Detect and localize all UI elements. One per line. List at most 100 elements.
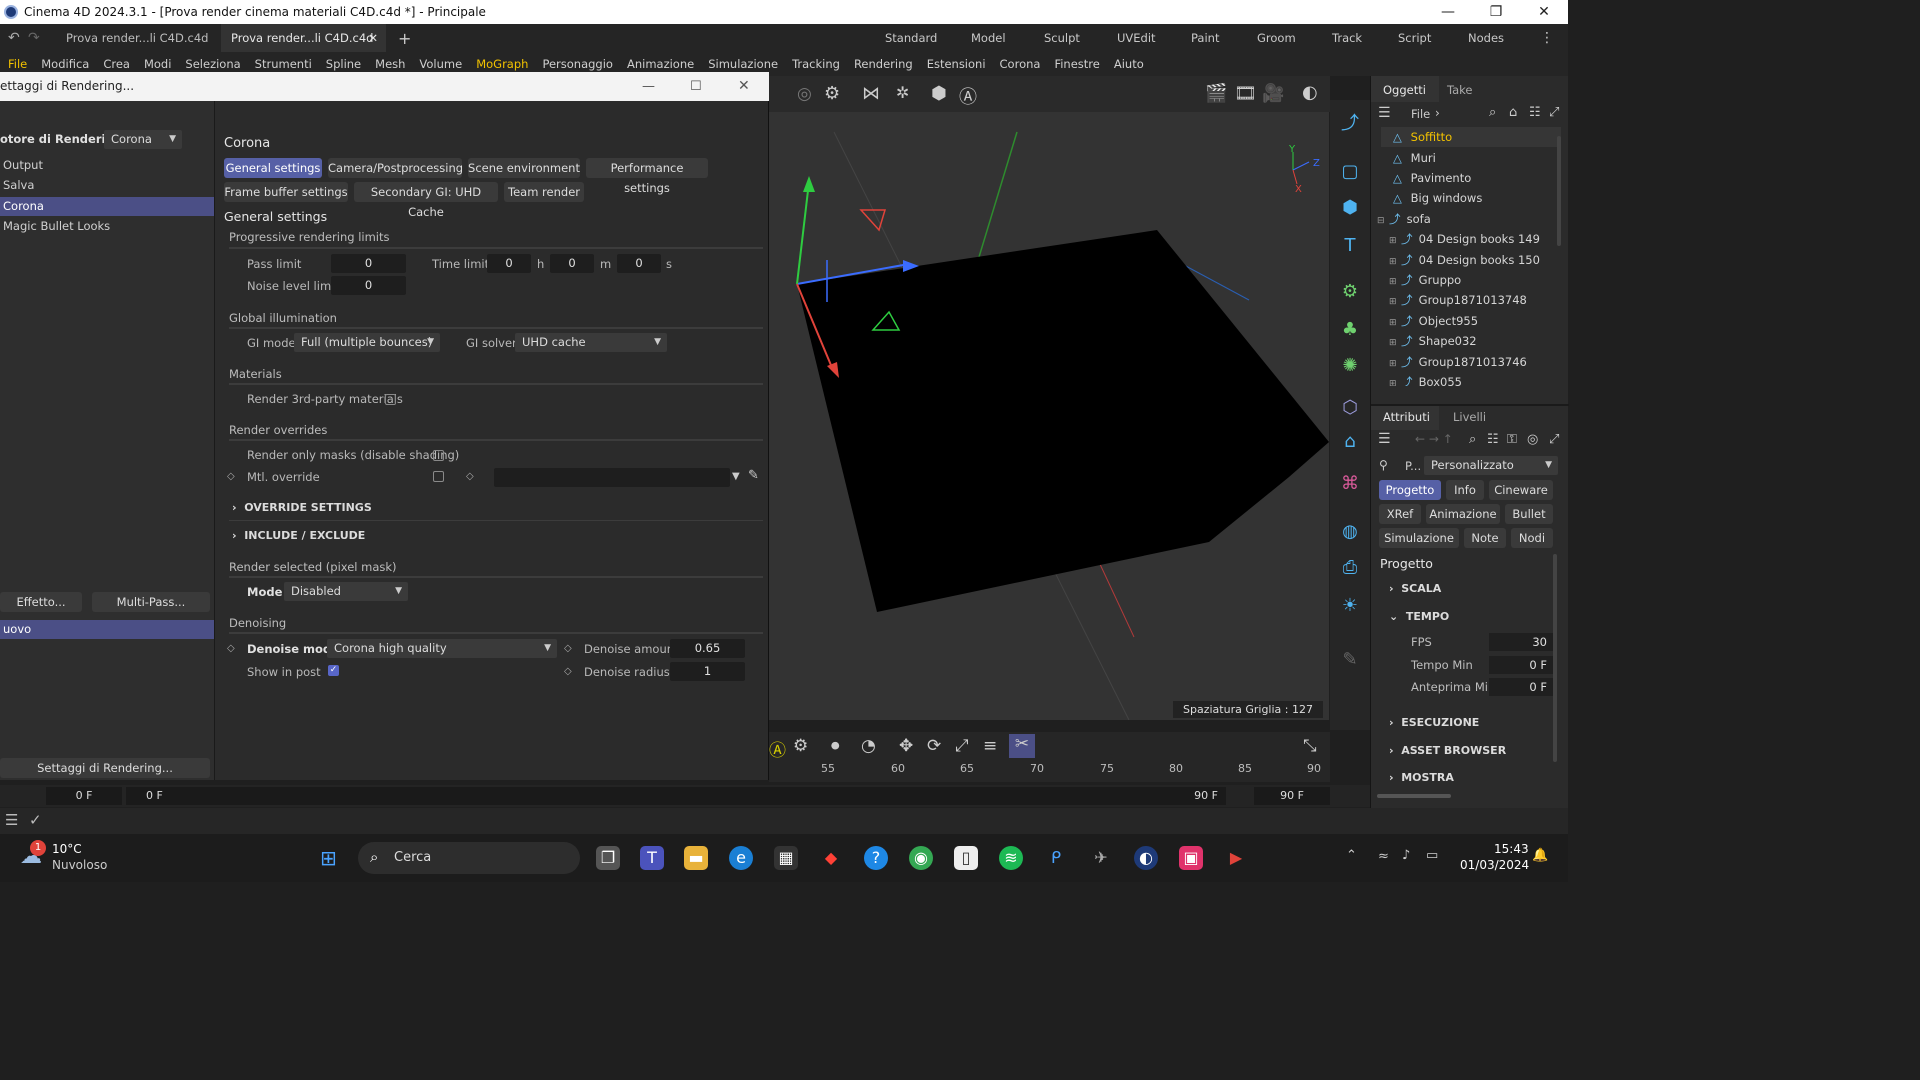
key-position-icon[interactable]: ✥ [899, 736, 913, 756]
menu-finestre[interactable]: Finestre [1054, 57, 1099, 71]
autokey-icon[interactable]: Ⓐ [959, 83, 977, 109]
search-icon[interactable]: ⌕ [1469, 432, 1476, 447]
menu-animazione[interactable]: Animazione [627, 57, 694, 71]
cube-outline-icon[interactable]: ▢ [1338, 160, 1362, 184]
menu-personaggio[interactable]: Personaggio [542, 57, 613, 71]
tab-camera-postprocessing[interactable]: Camera/Postprocessing [328, 158, 463, 178]
dialog-maximize-button[interactable]: ☐ [690, 72, 702, 101]
cloner-icon[interactable]: ♣ [1338, 318, 1362, 342]
denoise-mode-select[interactable]: Corona high quality ▼ [327, 639, 557, 658]
group-esecuzione[interactable]: › ESECUZIONE [1389, 716, 1479, 729]
home-icon[interactable]: ⌂ [1509, 105, 1517, 120]
paint-tool-icon[interactable]: ✎ [1338, 648, 1362, 672]
attr-tab-progetto[interactable]: Progetto [1379, 480, 1441, 500]
objects-scrollbar[interactable] [1557, 136, 1561, 246]
render-settings-icon[interactable]: ⚙ [824, 83, 840, 104]
noise-limit-field[interactable]: 0 [331, 276, 406, 295]
maximize-button[interactable]: ❐ [1472, 4, 1520, 20]
calendar-icon[interactable]: ▣ [1179, 846, 1203, 870]
attr-tab-simulazione[interactable]: Simulazione [1379, 528, 1459, 548]
expand-icon[interactable]: ⤢ [1549, 432, 1559, 447]
scene-icon[interactable]: ⎙ [1338, 556, 1362, 580]
search-icon[interactable]: ⌕ [1489, 105, 1496, 120]
windows-start-icon[interactable]: ⊞ [320, 846, 344, 870]
chevron-down-icon[interactable]: ▼ [732, 471, 740, 482]
filter-icon[interactable]: ☷ [1529, 105, 1541, 120]
object-row[interactable]: △ Muri [1381, 148, 1561, 168]
object-row[interactable]: ⊞ ⤴ Group1871013746 [1389, 352, 1569, 372]
tab-attributes[interactable]: Attributi [1383, 410, 1430, 424]
workplane-icon[interactable]: ⬢ [931, 83, 947, 104]
tab-objects[interactable]: Oggetti [1383, 83, 1426, 97]
tab-scene-environment[interactable]: Scene environment [468, 158, 580, 178]
keyframe-settings-icon[interactable]: ⚙ [793, 736, 808, 756]
expand-icon[interactable]: ⊞ [1389, 231, 1401, 251]
object-row[interactable]: ⊟ ⤴ sofa [1377, 209, 1557, 229]
tab-general-settings[interactable]: General settings [224, 158, 322, 178]
pixel-mask-mode-select[interactable]: Disabled ▼ [284, 582, 408, 601]
snap-settings-icon[interactable]: ✲ [896, 83, 909, 102]
clock-time[interactable]: 15:43 [1494, 842, 1529, 856]
cinema4d-taskbar-icon[interactable]: ◐ [1134, 846, 1158, 870]
expand-icon[interactable]: ⤢ [1549, 105, 1559, 120]
weather-temp[interactable]: 10°C [52, 842, 82, 856]
objects-file-menu[interactable]: File [1411, 107, 1430, 121]
expand-icon[interactable]: ⊞ [1389, 374, 1401, 386]
task-view-icon[interactable]: ❐ [596, 846, 620, 870]
render-settings-footer-button[interactable]: Settaggi di Rendering... [0, 758, 210, 778]
left-item-output[interactable]: Output [0, 156, 214, 175]
object-row[interactable]: ⊞ ⤴ Shape032 [1389, 331, 1569, 351]
effector-icon[interactable]: ✺ [1338, 354, 1362, 378]
hamburger-icon[interactable]: ☰ [1378, 105, 1391, 121]
close-button[interactable]: ✕ [1520, 4, 1568, 20]
denoise-radius-field[interactable]: 1 [670, 662, 745, 681]
more-icon[interactable]: ⋮ [1540, 24, 1554, 52]
tab-team-render[interactable]: Team render [504, 182, 584, 202]
record-icon[interactable]: ⏺ [831, 736, 840, 756]
gi-solver-select[interactable]: UHD cache ▼ [515, 333, 667, 352]
tempo-min-field[interactable]: 0 F [1489, 656, 1555, 674]
keyframe-diamond-icon[interactable]: ◇ [466, 471, 474, 482]
app-p-icon[interactable]: ᑭ [1044, 846, 1068, 870]
spline-icon[interactable]: ⌘ [1338, 472, 1362, 496]
hamburger-icon[interactable]: ☰ [5, 811, 18, 829]
key-param-icon[interactable]: ≡ [983, 736, 997, 756]
object-row[interactable]: ⊞ ⤴ 04 Design books 150 [1389, 250, 1569, 270]
store-icon[interactable]: ▦ [774, 846, 798, 870]
spotify-icon[interactable]: ≋ [999, 846, 1023, 870]
help-icon[interactable]: ? [864, 846, 888, 870]
light-icon[interactable]: ☀ [1338, 594, 1362, 618]
menu-modi[interactable]: Modi [144, 57, 171, 71]
environment-icon[interactable]: ◍ [1338, 520, 1362, 544]
object-row[interactable]: △ Big windows [1381, 188, 1561, 208]
workspace-paint[interactable]: Paint [1191, 24, 1219, 52]
mode-icon[interactable]: ⚲ [1379, 458, 1388, 472]
masks-checkbox[interactable] [433, 450, 444, 461]
object-row[interactable]: ⊞ ⤴ 04 Design books 149 [1389, 229, 1569, 249]
group-scala[interactable]: › SCALA [1389, 582, 1441, 595]
effect-button[interactable]: Effetto... [0, 592, 82, 612]
workspace-groom[interactable]: Groom [1257, 24, 1296, 52]
attr-tab-cineware[interactable]: Cineware [1489, 480, 1553, 500]
collapse-icon[interactable]: ⊟ [1377, 211, 1389, 231]
chevron-up-icon[interactable]: ⌃ [1346, 848, 1357, 863]
workspace-standard[interactable]: Standard [885, 24, 937, 52]
attr-tab-animazione[interactable]: Animazione [1426, 504, 1500, 524]
deformer-icon[interactable]: ⬡ [1338, 396, 1362, 420]
doc-tab-2[interactable]: Prova render...li C4D.c4d *✕ [221, 24, 386, 73]
app-icon[interactable]: ✈ [1089, 846, 1113, 870]
expand-icon[interactable]: ⊞ [1389, 272, 1401, 292]
anteprima-min-field[interactable]: 0 F [1489, 678, 1555, 696]
group-mostra[interactable]: › MOSTRA [1389, 771, 1454, 784]
menu-strumenti[interactable]: Strumenti [255, 57, 312, 71]
object-row[interactable]: ⊞ ⤴ Object955 [1389, 311, 1569, 331]
cube-icon[interactable]: ⬢ [1338, 196, 1362, 220]
time-limit-hours[interactable]: 0 [487, 254, 531, 273]
check-icon[interactable]: ✓ [29, 811, 42, 829]
target-icon[interactable]: ◎ [1527, 432, 1538, 447]
end-frame-field[interactable]: 90 F [1254, 787, 1330, 805]
viewport-scene[interactable]: Y Z X [769, 112, 1329, 720]
keyframe-diamond-icon[interactable]: ◇ [564, 666, 572, 677]
search-box[interactable]: ⌕ Cerca [358, 842, 580, 874]
preset-item-nuovo[interactable]: uovo [0, 620, 214, 639]
